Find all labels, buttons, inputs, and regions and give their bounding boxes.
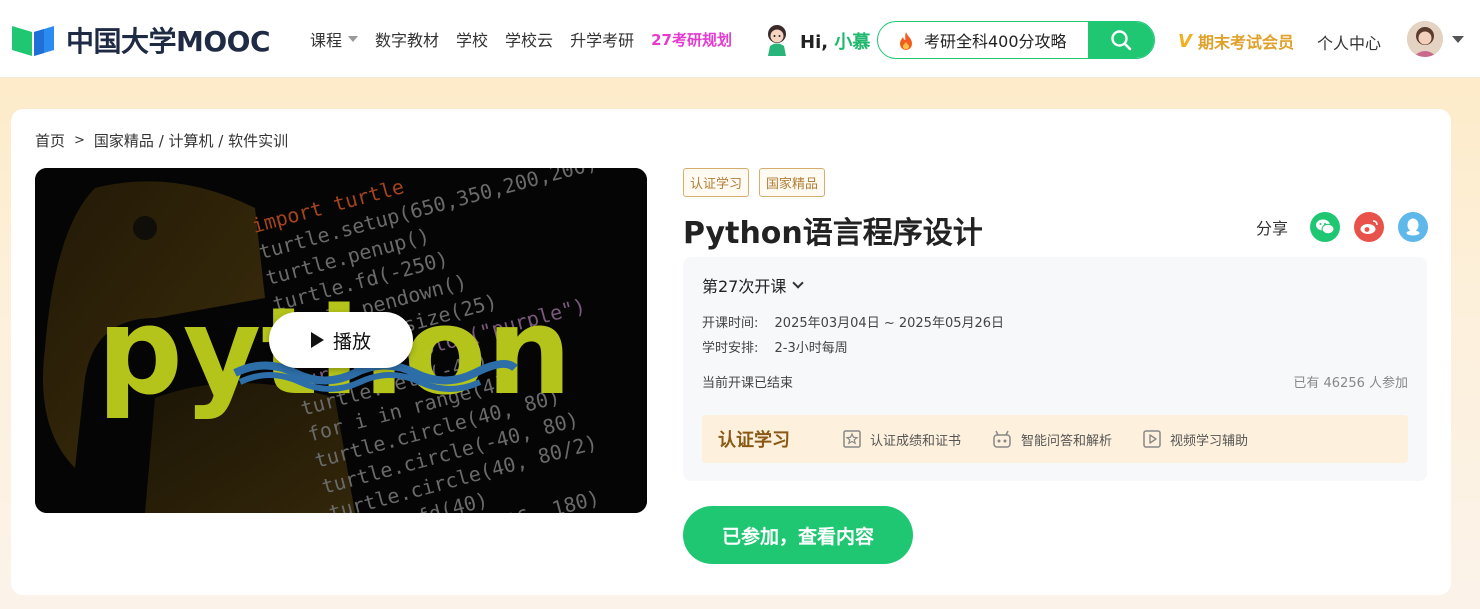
weibo-share-icon[interactable] <box>1354 212 1385 242</box>
breadcrumb-separator: > <box>74 133 85 148</box>
caret-down-icon <box>348 36 359 42</box>
search-icon <box>1111 30 1132 51</box>
session-panel: 第27次开课 开课时间: 2025年03月04日 ~ 2025年05月26日 学… <box>683 257 1427 481</box>
nav-item-digital-textbook[interactable]: 数字教材 <box>375 27 439 51</box>
greeting-name: 小慕 <box>834 32 871 53</box>
course-title: Python语言程序设计 <box>683 216 983 251</box>
session-label: 第27次开课 <box>702 277 787 296</box>
nav-item-school-cloud[interactable]: 学校云 <box>505 27 553 51</box>
play-icon <box>310 332 324 348</box>
play-label: 播放 <box>332 330 371 353</box>
greeting-hi: Hi, <box>800 32 829 53</box>
feature-label: 认证成绩和证书 <box>870 433 962 449</box>
search-box <box>877 21 1155 59</box>
breadcrumb-home[interactable]: 首页 <box>35 130 65 151</box>
feature-video-assist: 视频学习辅助 <box>1142 429 1248 449</box>
course-cover-video[interactable]: import turtle turtle.setup(650,350,200,20… <box>35 168 647 513</box>
nav-item-exam-plan[interactable]: 27考研规划 <box>651 29 732 50</box>
schedule-value: 2-3小时每周 <box>774 341 848 356</box>
chevron-down-icon <box>792 277 805 289</box>
nav-item-courses[interactable]: 课程 <box>310 27 359 51</box>
course-card: 首页 > 国家精品 / 计算机 / 软件实训 import turtle turt… <box>11 109 1451 595</box>
user-center-link[interactable]: 个人中心 <box>1317 30 1381 54</box>
vip-label: 期末考试会员 <box>1197 33 1294 52</box>
certificate-icon <box>843 430 861 448</box>
logo-text: 中国大学MOOC <box>66 25 271 58</box>
mooc-logo-icon <box>12 26 54 56</box>
session-status: 当前开课已结束 <box>702 376 794 391</box>
video-play-icon <box>1143 430 1161 448</box>
certification-bar: 认证学习 认证成绩和证书 智能问答和解析 视频学习辅助 <box>702 415 1408 463</box>
share-label: 分享 <box>1256 219 1289 238</box>
vip-badge-icon: V <box>1178 30 1192 52</box>
avatar-image <box>1407 21 1443 57</box>
search-button[interactable] <box>1088 22 1154 58</box>
course-time-row: 开课时间: 2025年03月04日 ~ 2025年05月26日 <box>702 312 1004 331</box>
robot-icon <box>993 430 1011 448</box>
share-bar: 分享 <box>1256 212 1429 242</box>
breadcrumb-path[interactable]: 国家精品 / 计算机 / 软件实训 <box>94 130 288 151</box>
course-time-key: 开课时间: <box>702 316 759 331</box>
fire-icon <box>900 32 912 50</box>
nav-item-schools[interactable]: 学校 <box>456 27 488 51</box>
feature-certificate: 认证成绩和证书 <box>842 429 961 449</box>
logo[interactable]: 中国大学MOOC <box>10 20 271 60</box>
greeting-text[interactable]: Hi, 小慕 <box>800 28 870 54</box>
avatar[interactable] <box>1407 21 1443 57</box>
tag-national-quality: 国家精品 <box>759 168 826 197</box>
avatar-dropdown-icon[interactable] <box>1452 36 1464 43</box>
course-time-value: 2025年03月04日 ~ 2025年05月26日 <box>774 316 1005 331</box>
tag-certified: 认证学习 <box>683 168 750 197</box>
main-nav: 课程 数字教材 学校 学校云 升学考研 27考研规划 <box>310 0 750 78</box>
certification-title: 认证学习 <box>718 430 790 451</box>
feature-label: 智能问答和解析 <box>1021 433 1113 449</box>
top-header: 中国大学MOOC 课程 数字教材 学校 学校云 升学考研 27考研规划 Hi, … <box>0 0 1480 78</box>
play-button[interactable]: 播放 <box>269 312 413 368</box>
view-content-button[interactable]: 已参加，查看内容 <box>683 506 913 564</box>
schedule-row: 学时安排: 2-3小时每周 <box>702 337 848 356</box>
feature-label: 视频学习辅助 <box>1170 433 1249 449</box>
feature-ai-qa: 智能问答和解析 <box>991 429 1112 449</box>
mascot-icon <box>768 25 786 56</box>
schedule-key: 学时安排: <box>702 341 759 356</box>
session-selector[interactable]: 第27次开课 <box>702 273 805 297</box>
search-input[interactable] <box>924 22 1089 58</box>
nav-item-postgrad[interactable]: 升学考研 <box>570 27 634 51</box>
vip-link[interactable]: V 期末考试会员 <box>1178 29 1294 53</box>
participant-count: 已有 46256 人参加 <box>1293 376 1408 391</box>
wechat-share-icon[interactable] <box>1310 212 1341 242</box>
nav-item-label: 课程 <box>310 31 343 50</box>
qq-share-icon[interactable] <box>1398 212 1429 242</box>
breadcrumb: 首页 > 国家精品 / 计算机 / 软件实训 <box>35 130 288 151</box>
course-tags: 认证学习 国家精品 <box>683 168 835 197</box>
